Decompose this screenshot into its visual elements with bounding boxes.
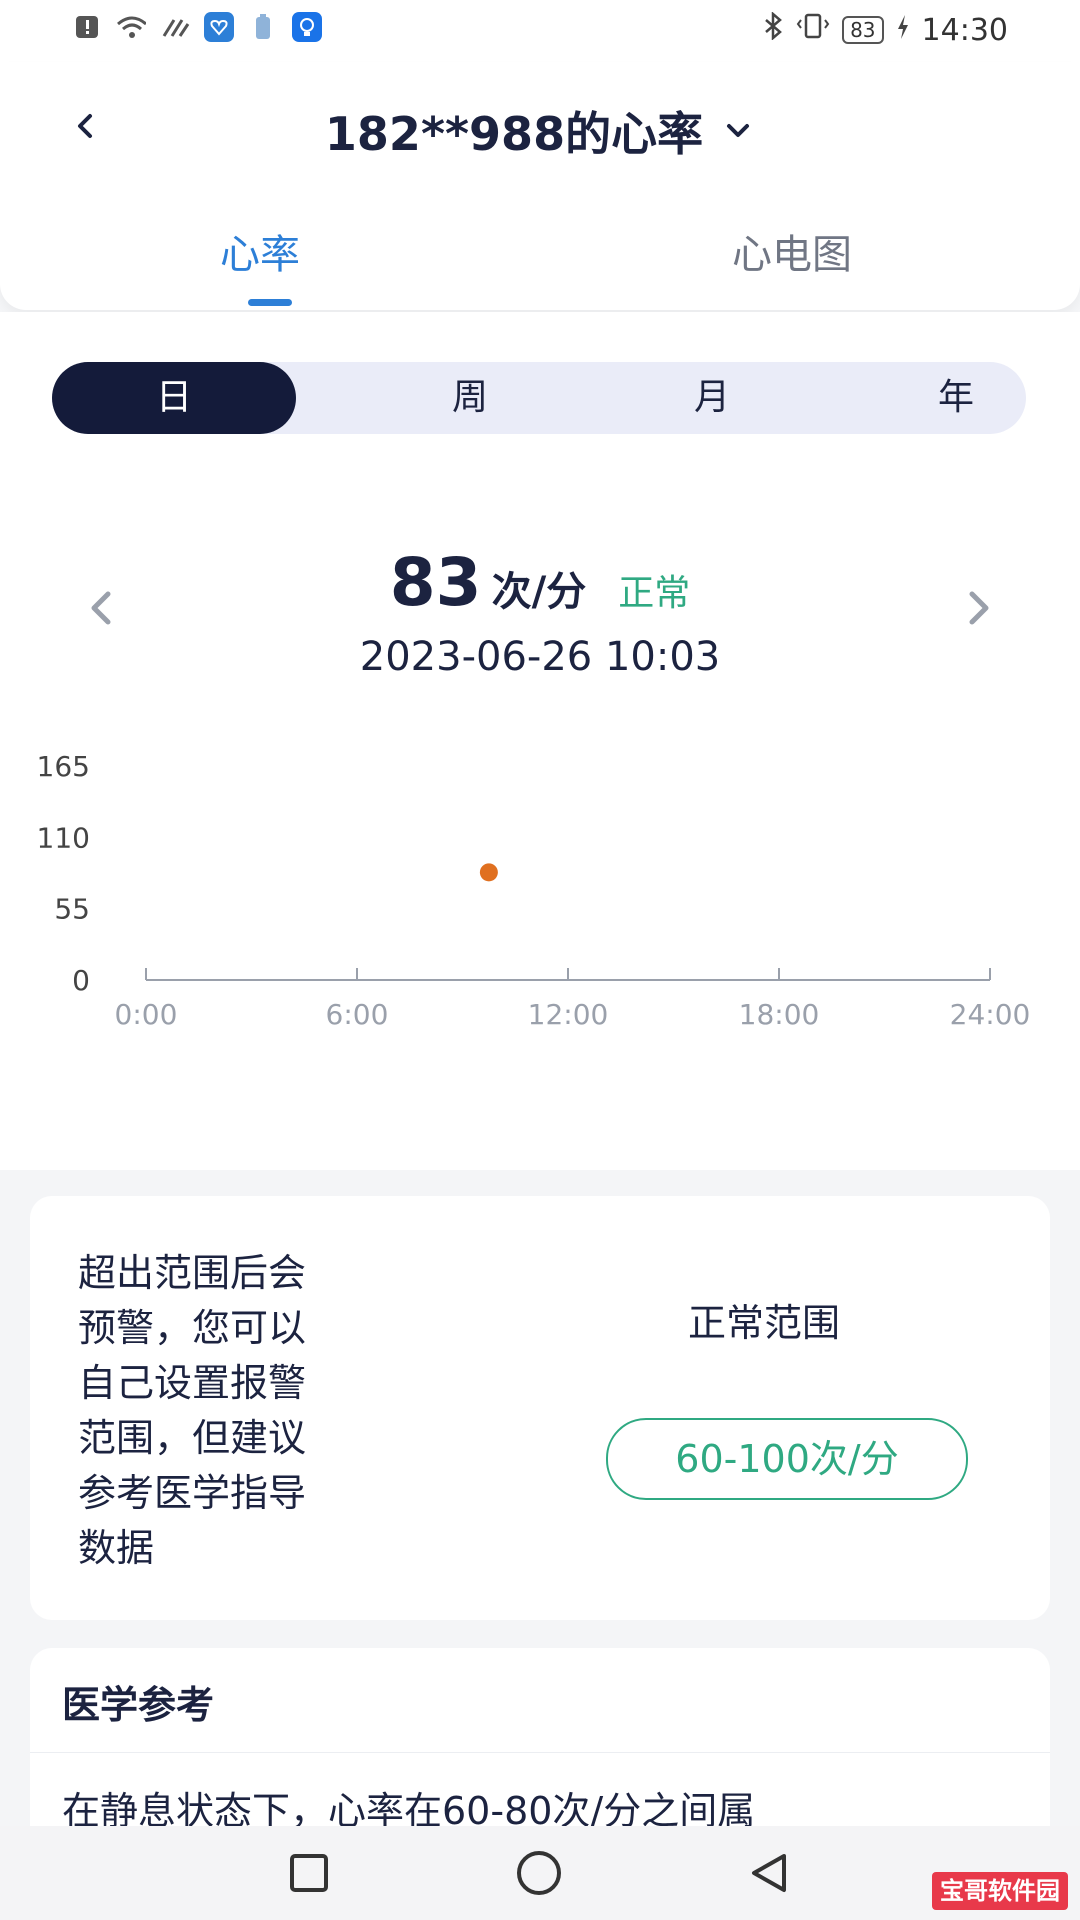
wifi-icon [116,12,146,42]
status-time: 14:30 [921,12,1008,48]
tab-indicator [248,299,292,306]
medical-reference-title: 医学参考 [62,1683,215,1727]
medical-reference-card: 医学参考 在静息状态下，心率在60-80次/分之间属 [30,1648,1050,1848]
range-description-line: 预警，您可以 [78,1306,307,1350]
x-tick-label: 18:00 [739,998,820,1031]
bluetooth-icon [762,11,784,48]
home-button[interactable] [514,1848,564,1898]
heart-rate-unit: 次/分 [491,569,587,615]
battery-small-icon [248,12,278,42]
range-card: 超出范围后会 预警，您可以 自己设置报警 范围，但建议 参考医学指导 数据 正常… [30,1196,1050,1620]
range-description: 超出范围后会 预警，您可以 自己设置报警 范围，但建议 参考医学指导 数据 [78,1246,398,1576]
charging-icon [896,13,910,48]
chevron-down-icon [727,124,750,137]
reading-timestamp: 2023-06-26 10:03 [359,634,721,680]
range-description-line: 数据 [78,1526,155,1570]
circle-icon [517,1851,561,1895]
tab-heart-rate[interactable]: 心率 [220,222,300,280]
status-bar: 83 14:30 [0,0,1080,62]
status-right: 83 14:30 [762,11,1008,48]
period-week[interactable]: 周 [348,362,592,434]
y-tick-label: 55 [54,893,90,926]
y-tick-label: 165 [37,750,90,783]
watermark-logo: 宝哥软件园 [932,1872,1068,1910]
data-point[interactable] [479,863,498,882]
period-year[interactable]: 年 [834,362,1078,434]
current-reading: 83 次/分 正常 [0,544,1080,621]
y-tick-label: 0 [72,964,90,997]
range-description-line: 参考医学指导 [78,1471,307,1515]
battery-icon: 83 [842,16,884,44]
system-nav-bar [0,1826,1080,1920]
header: 182**988的心率 心率 心电图 [0,62,1080,310]
divider [30,1752,1050,1753]
period-day[interactable]: 日 [52,362,296,434]
x-tick-label: 12:00 [528,998,609,1031]
tab-ecg[interactable]: 心电图 [732,222,852,280]
recent-apps-button[interactable] [284,1848,334,1898]
period-selector: 日 周 月 年 [52,362,1026,434]
signal-icon [160,12,190,42]
x-tick-label: 6:00 [326,998,389,1031]
x-tick-label: 0:00 [115,998,178,1031]
normal-range-title: 正常范围 [688,1301,841,1345]
title-dropdown[interactable]: 182**988的心率 [0,98,1080,164]
square-icon [290,1854,328,1892]
heart-rate-panel: 日 周 月 年 83 次/分 正常 2023-06-26 10:03 0 55 11… [0,312,1080,1170]
x-tick-label: 24:00 [950,998,1031,1031]
range-description-line: 自己设置报警 [78,1361,307,1405]
heart-rate-value: 83 [389,544,482,621]
alert-icon [72,12,102,42]
range-description-line: 超出范围后会 [78,1251,307,1295]
bulb-icon [292,12,322,42]
triangle-back-icon [752,1854,786,1892]
normal-range-button[interactable]: 60-100次/分 [606,1418,968,1500]
vibrate-icon [796,12,830,48]
page-title: 182**988的心率 [324,107,704,161]
heart-rate-chart: 0 55 110 165 0:00 6:00 12:00 18:00 24:00 [37,750,1031,1031]
nav-back-button[interactable] [744,1848,794,1898]
range-description-line: 范围，但建议 [78,1416,307,1460]
app-heart-icon [204,12,234,42]
status-left-icons [72,12,322,42]
period-month[interactable]: 月 [590,362,834,434]
y-tick-label: 110 [37,821,90,854]
heart-rate-status: 正常 [618,573,691,614]
